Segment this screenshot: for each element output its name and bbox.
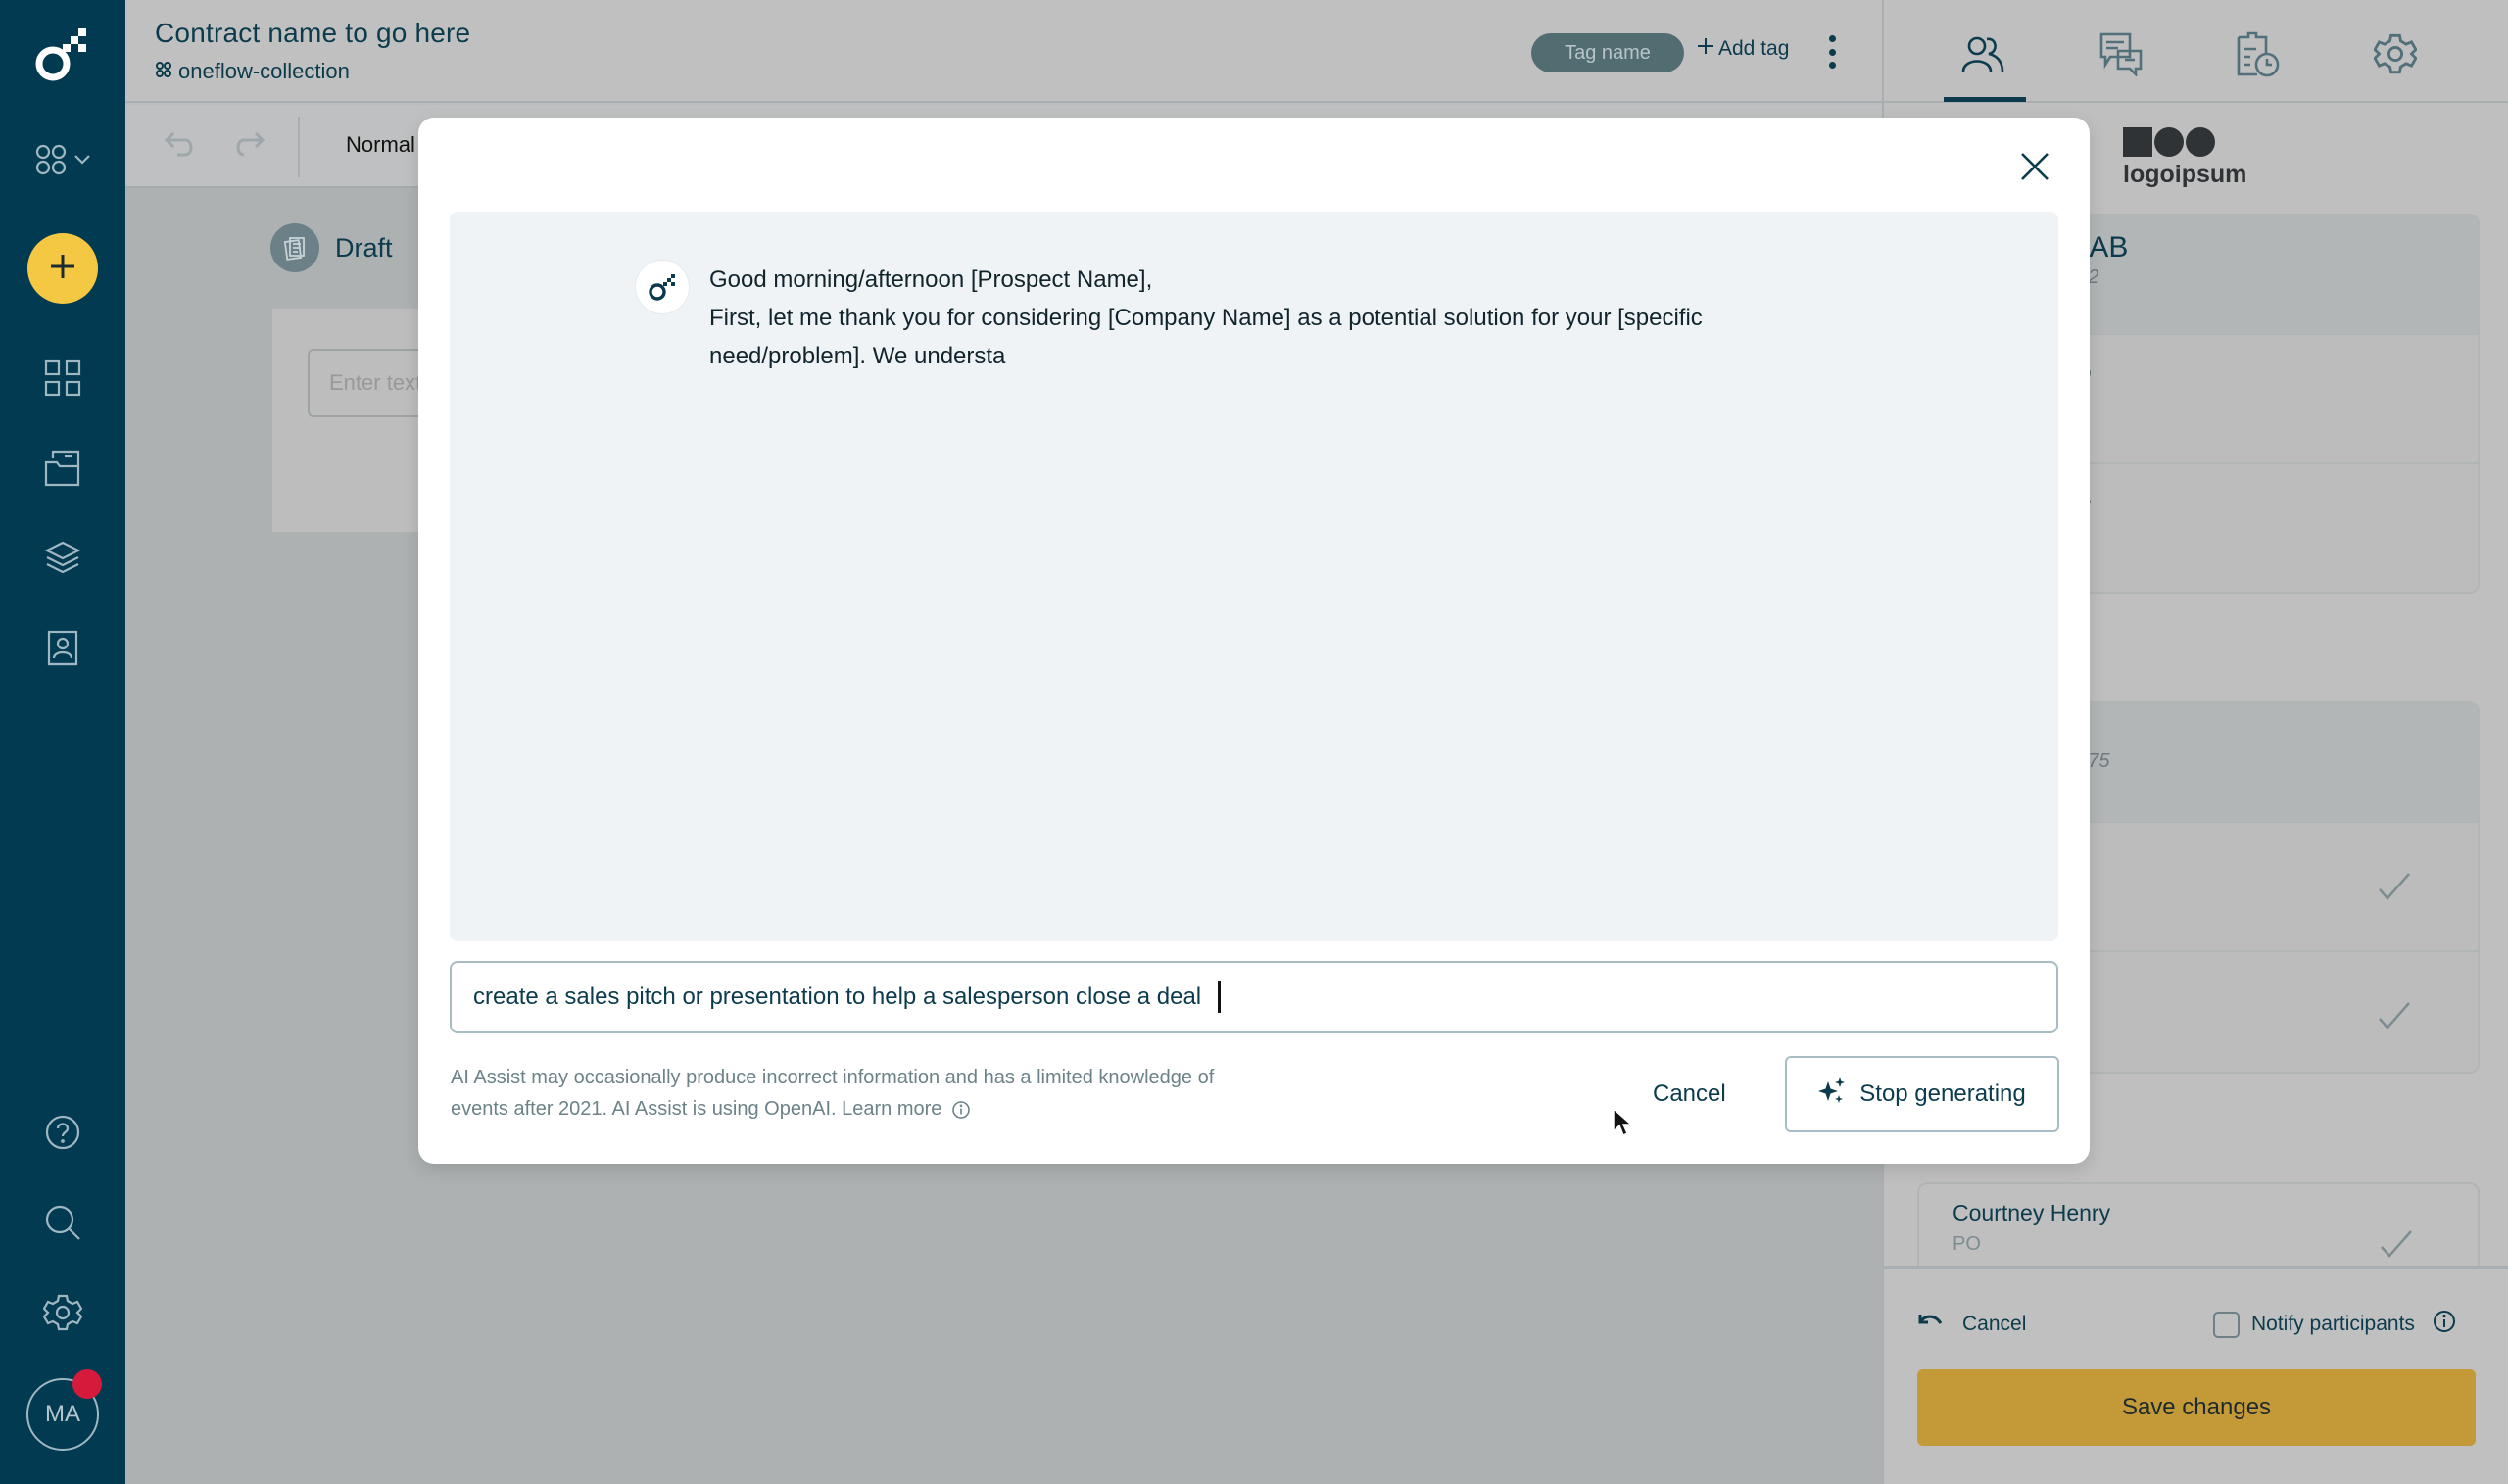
- layers-icon: [43, 539, 82, 583]
- collection-icon: [34, 143, 68, 181]
- ai-disclaimer: AI Assist may occasionally produce incor…: [451, 1062, 1234, 1125]
- notify-checkbox[interactable]: [2213, 1311, 2240, 1338]
- add-tag-button[interactable]: Add tag: [1697, 37, 1789, 61]
- notification-badge: [72, 1369, 102, 1399]
- stop-generating-button[interactable]: Stop generating: [1785, 1056, 2059, 1132]
- main-sidebar: MA: [0, 0, 125, 1484]
- tag-badge[interactable]: Tag name: [1531, 33, 1684, 72]
- sidebar-item-search[interactable]: [0, 1197, 125, 1252]
- collection-switcher[interactable]: [0, 137, 125, 186]
- tab-audit-trail[interactable]: [2229, 29, 2288, 82]
- mouse-pointer-icon: [1612, 1107, 1633, 1143]
- sparkles-icon: [1818, 1077, 1846, 1112]
- chevron-down-icon: [73, 153, 91, 170]
- address-book-icon: [43, 629, 82, 673]
- gear-icon: [42, 1293, 83, 1337]
- active-tab-indicator: [1944, 97, 2026, 102]
- chat-icon: [2098, 31, 2144, 81]
- people-icon: [1961, 34, 2006, 78]
- gear-icon: [2373, 32, 2418, 80]
- response-line: First, let me thank you for considering …: [709, 305, 1703, 369]
- more-options-icon[interactable]: [1826, 35, 1838, 69]
- status-label: Draft: [335, 232, 393, 263]
- info-icon[interactable]: [2433, 1310, 2456, 1339]
- undo-icon: [164, 129, 197, 164]
- stop-generating-label: Stop generating: [1859, 1080, 2026, 1107]
- notify-participants[interactable]: Notify participants: [2213, 1310, 2456, 1339]
- panel-footer: Cancel Notify participants Save changes: [1884, 1266, 2508, 1484]
- sidebar-item-documents[interactable]: [0, 443, 125, 498]
- sidebar-item-dashboard[interactable]: [0, 353, 125, 407]
- create-button[interactable]: [27, 233, 98, 304]
- undo-button[interactable]: [161, 126, 200, 166]
- close-icon: [2020, 152, 2050, 186]
- tab-settings[interactable]: [2366, 29, 2425, 82]
- sidebar-item-templates[interactable]: [0, 533, 125, 588]
- document-collection[interactable]: oneflow-collection: [155, 59, 350, 84]
- collection-icon: [155, 59, 172, 84]
- text-caret: [1217, 981, 1221, 1013]
- sidebar-item-settings[interactable]: [0, 1287, 125, 1342]
- grid-icon: [43, 359, 82, 403]
- save-changes-button[interactable]: Save changes: [1917, 1369, 2476, 1446]
- participant-role: PO: [1953, 1233, 1981, 1255]
- help-icon: [43, 1113, 82, 1157]
- draft-document-icon: [270, 223, 319, 272]
- response-line: Good morning/afternoon [Prospect Name],: [709, 266, 1153, 293]
- plus-icon: [1697, 37, 1714, 61]
- redo-button[interactable]: [229, 126, 268, 166]
- panel-tabs: [1884, 0, 2508, 103]
- document-status: Draft: [270, 223, 393, 272]
- ai-assist-modal: Good morning/afternoon [Prospect Name], …: [418, 118, 2090, 1164]
- clipboard-clock-icon: [2236, 30, 2281, 82]
- party-logo: logoipsum: [2123, 127, 2246, 189]
- sidebar-item-contacts[interactable]: [0, 623, 125, 678]
- oneflow-logo[interactable]: [0, 22, 125, 86]
- add-tag-label: Add tag: [1718, 37, 1790, 60]
- signed-check-icon: [2378, 872, 2411, 906]
- ai-response-area: Good morning/afternoon [Prospect Name], …: [450, 212, 2058, 941]
- participant-name: Courtney Henry: [1953, 1200, 2111, 1225]
- notify-label: Notify participants: [2251, 1313, 2415, 1335]
- tab-participants[interactable]: [1954, 29, 2013, 82]
- close-button[interactable]: [2013, 147, 2056, 190]
- participant-card[interactable]: Courtney Henry PO: [1917, 1182, 2480, 1270]
- learn-more-link[interactable]: Learn more: [842, 1098, 941, 1120]
- redo-icon: [232, 129, 265, 164]
- party-logo-text: logoipsum: [2123, 161, 2247, 188]
- plus-icon: [48, 252, 77, 286]
- folder-icon: [43, 449, 82, 493]
- text-style-select[interactable]: Normal: [346, 132, 415, 158]
- signed-check-icon: [2378, 1001, 2411, 1035]
- prompt-value: create a sales pitch or presentation to …: [473, 983, 1208, 1010]
- collection-name: oneflow-collection: [178, 59, 350, 83]
- cancel-button[interactable]: Cancel: [1637, 1058, 1742, 1130]
- document-header: Contract name to go here oneflow-collect…: [125, 0, 1882, 103]
- disclaimer-text: AI Assist may occasionally produce incor…: [451, 1067, 1215, 1120]
- cancel-label: Cancel: [1962, 1313, 2027, 1335]
- document-title[interactable]: Contract name to go here: [155, 18, 470, 49]
- search-icon: [43, 1203, 82, 1247]
- sidebar-item-help[interactable]: [0, 1107, 125, 1162]
- tab-messages[interactable]: [2092, 29, 2150, 82]
- toolbar-divider: [298, 117, 300, 177]
- panel-cancel-button[interactable]: Cancel: [1917, 1312, 2026, 1337]
- ai-response-text: Good morning/afternoon [Prospect Name], …: [709, 261, 1836, 375]
- ai-assistant-avatar: [636, 261, 689, 313]
- prompt-input[interactable]: create a sales pitch or presentation to …: [450, 961, 2058, 1033]
- undo-arrow-icon: [1917, 1312, 1943, 1337]
- signed-check-icon: [2380, 1229, 2413, 1264]
- info-icon[interactable]: [951, 1100, 971, 1120]
